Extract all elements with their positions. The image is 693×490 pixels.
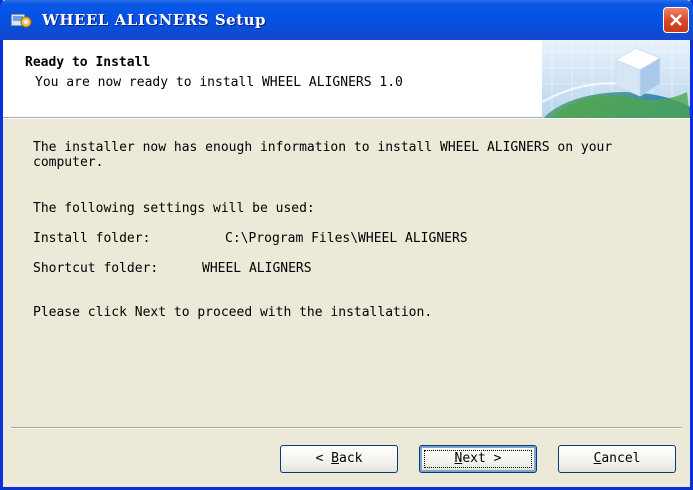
close-button[interactable] — [663, 7, 689, 33]
back-button-mnemonic: B — [331, 451, 339, 466]
header-panel: Ready to Install You are now ready to in… — [3, 40, 690, 118]
next-button[interactable]: Next > — [419, 445, 537, 473]
globe-cube-graphic — [542, 40, 690, 118]
installer-app-icon — [10, 11, 32, 29]
setup-window: WHEEL ALIGNERS Setup Ready to Install Yo… — [0, 0, 693, 490]
close-icon — [670, 14, 682, 26]
header-divider — [3, 118, 690, 119]
footer-divider-highlight — [11, 428, 682, 429]
proceed-instruction: Please click Next to proceed with the in… — [33, 305, 433, 320]
install-folder-value: C:\Program Files\WHEEL ALIGNERS — [225, 231, 468, 246]
next-button-focus-ring — [424, 450, 532, 468]
settings-intro-text: The following settings will be used: — [33, 201, 315, 216]
page-title: Ready to Install — [25, 55, 151, 70]
back-button-label: ack — [339, 451, 363, 466]
cancel-button[interactable]: Cancel — [558, 445, 676, 473]
shortcut-folder-value: WHEEL ALIGNERS — [202, 261, 312, 276]
shortcut-folder-label: Shortcut folder: — [33, 261, 159, 276]
install-folder-label: Install folder: — [33, 231, 151, 246]
cancel-button-label: ancel — [601, 451, 641, 466]
back-button[interactable]: < Back — [280, 445, 398, 473]
title-bar[interactable]: WHEEL ALIGNERS Setup — [0, 0, 693, 40]
page-subtitle: You are now ready to install WHEEL ALIGN… — [35, 75, 403, 90]
back-button-prefix: < — [315, 451, 332, 466]
window-title: WHEEL ALIGNERS Setup — [42, 11, 267, 29]
intro-text: The installer now has enough information… — [33, 140, 613, 170]
